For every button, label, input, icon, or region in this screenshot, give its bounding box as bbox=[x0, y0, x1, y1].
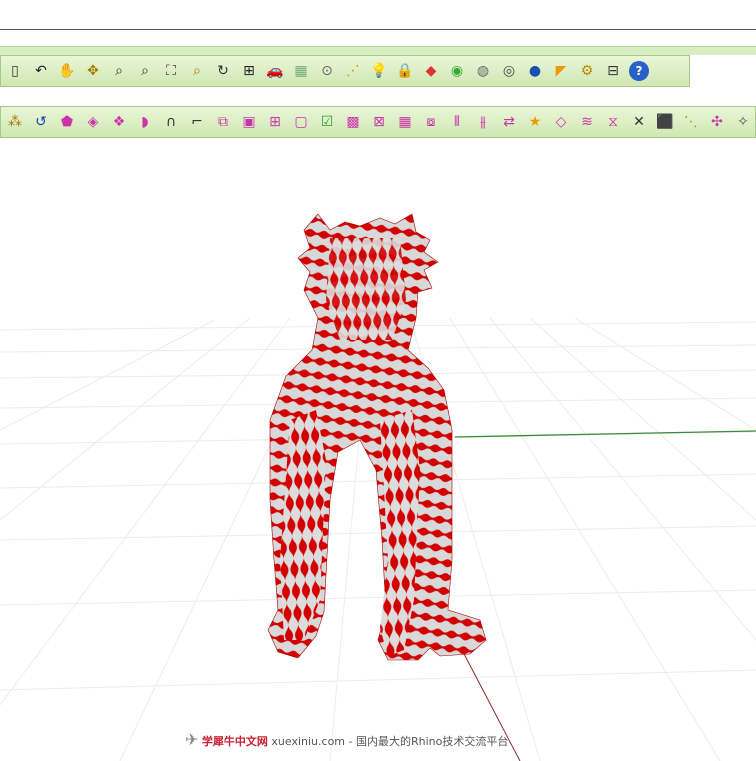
split-icon[interactable]: ⫴ bbox=[447, 112, 467, 132]
grid-icon[interactable]: ▦ bbox=[291, 61, 311, 81]
cplane-icon[interactable]: ⊙ bbox=[317, 61, 337, 81]
zoom-selected-icon[interactable]: ⌕ bbox=[187, 61, 207, 81]
mesh-icon[interactable]: ▩ bbox=[343, 112, 363, 132]
flag-icon[interactable]: ◤ bbox=[551, 61, 571, 81]
undo-view-icon[interactable]: ↻ bbox=[213, 61, 233, 81]
watermark-tagline: - 国内最大的Rhino技术交流平台 bbox=[348, 735, 509, 748]
shaded-block-icon[interactable]: ⬛ bbox=[655, 112, 675, 132]
box-icon[interactable]: ▣ bbox=[239, 112, 259, 132]
watermark: ✈ 学犀牛中文网 xuexiniu.com - 国内最大的Rhino技术交流平台 bbox=[185, 730, 508, 749]
patch-icon[interactable]: ◈ bbox=[83, 112, 103, 132]
toolbar-divider-strip bbox=[0, 46, 756, 55]
intersect-icon[interactable]: ✕ bbox=[629, 112, 649, 132]
flip-icon[interactable]: ⇄ bbox=[499, 112, 519, 132]
revolve-icon[interactable]: ∩ bbox=[161, 112, 181, 132]
warp-icon[interactable]: ⧖ bbox=[603, 112, 623, 132]
wave-icon[interactable]: ≋ bbox=[577, 112, 597, 132]
watermark-url: xuexiniu.com bbox=[267, 735, 349, 748]
four-viewports-icon[interactable]: ⊞ bbox=[239, 61, 259, 81]
dots-icon[interactable]: ⋱ bbox=[681, 112, 701, 132]
settings-gear-icon[interactable]: ⚙ bbox=[577, 61, 597, 81]
sphere-wire-icon[interactable]: ◍ bbox=[473, 61, 493, 81]
pan-hand-icon[interactable]: ✋ bbox=[57, 61, 77, 81]
rotate-view-icon[interactable]: ✥ bbox=[83, 61, 103, 81]
watermark-brand: 学犀牛中文网 bbox=[201, 735, 268, 748]
select-points-icon[interactable]: ⋰ bbox=[343, 61, 363, 81]
network-surface-icon[interactable]: ⊞ bbox=[265, 112, 285, 132]
pink-grid-icon[interactable]: ▦ bbox=[395, 112, 415, 132]
blend-edge-icon[interactable]: ⌐ bbox=[187, 112, 207, 132]
color-wheel-icon[interactable]: ◉ bbox=[447, 61, 467, 81]
light-bulb-icon[interactable]: 💡 bbox=[369, 61, 389, 81]
lock-icon[interactable]: 🔒 bbox=[395, 61, 415, 81]
sweep-icon[interactable]: ◗ bbox=[135, 112, 155, 132]
merge-icon[interactable]: ⧇ bbox=[421, 112, 441, 132]
nodes-icon[interactable]: ✣ bbox=[707, 112, 727, 132]
main-toolbar: ▯ ↶ ✋ ✥ ⌕ ⌕ ⛶ ⌕ ↻ ⊞ 🚗 ▦ ⊙ ⋰ 💡 🔒 ◆ ◉ ◍ ◎ ● ◤ ⚙ ⊟? bbox=[0, 55, 690, 87]
grouping-icon[interactable]: ⊟ bbox=[603, 61, 623, 81]
trim-icon[interactable]: ⫵ bbox=[473, 112, 493, 132]
offset-surface-icon[interactable]: ◇ bbox=[551, 112, 571, 132]
window-top-border bbox=[0, 29, 756, 30]
rebuild-icon[interactable]: ↺ bbox=[31, 112, 51, 132]
viewport-canvas bbox=[0, 213, 756, 761]
x-axis-line bbox=[454, 430, 756, 438]
zoom-extents-icon[interactable]: ⛶ bbox=[161, 61, 181, 81]
check-surface-icon[interactable]: ☑ bbox=[317, 112, 337, 132]
zoom-window-icon[interactable]: ⌕ bbox=[135, 61, 155, 81]
render-sphere-icon[interactable]: ◎ bbox=[499, 61, 519, 81]
blue-sphere-icon[interactable]: ● bbox=[525, 61, 545, 81]
render-icon[interactable]: ✧ bbox=[733, 112, 753, 132]
new-file-icon[interactable]: ▯ bbox=[5, 61, 25, 81]
extrude-icon[interactable]: ⧉ bbox=[213, 112, 233, 132]
surface-points-icon[interactable]: ⁂ bbox=[5, 112, 25, 132]
watermark-logo-icon: ✈ bbox=[185, 730, 199, 749]
delete-mesh-icon[interactable]: ⊠ bbox=[369, 112, 389, 132]
star-icon[interactable]: ★ bbox=[525, 112, 545, 132]
surface-toolbar: ⁂ ↺ ⬟ ◈ ❖ ◗ ∩ ⌐ ⧉ ▣ ⊞ ▢ ☑ ▩ ⊠ ▦ ⧇ ⫴ ⫵ ⇄ ★ ◇ ≋ ⧖ ✕ ⬛ ⋱ ✣ ✧ bbox=[0, 106, 756, 138]
zoom-icon[interactable]: ⌕ bbox=[109, 61, 129, 81]
car-icon[interactable]: 🚗 bbox=[265, 61, 285, 81]
polygon-surface-icon[interactable]: ⬟ bbox=[57, 112, 77, 132]
loft-icon[interactable]: ❖ bbox=[109, 112, 129, 132]
layer-color-icon[interactable]: ◆ bbox=[421, 61, 441, 81]
perspective-viewport[interactable] bbox=[0, 140, 756, 761]
undo-icon[interactable]: ↶ bbox=[31, 61, 51, 81]
frame-icon[interactable]: ▢ bbox=[291, 112, 311, 132]
help-icon[interactable]: ? bbox=[629, 61, 649, 81]
